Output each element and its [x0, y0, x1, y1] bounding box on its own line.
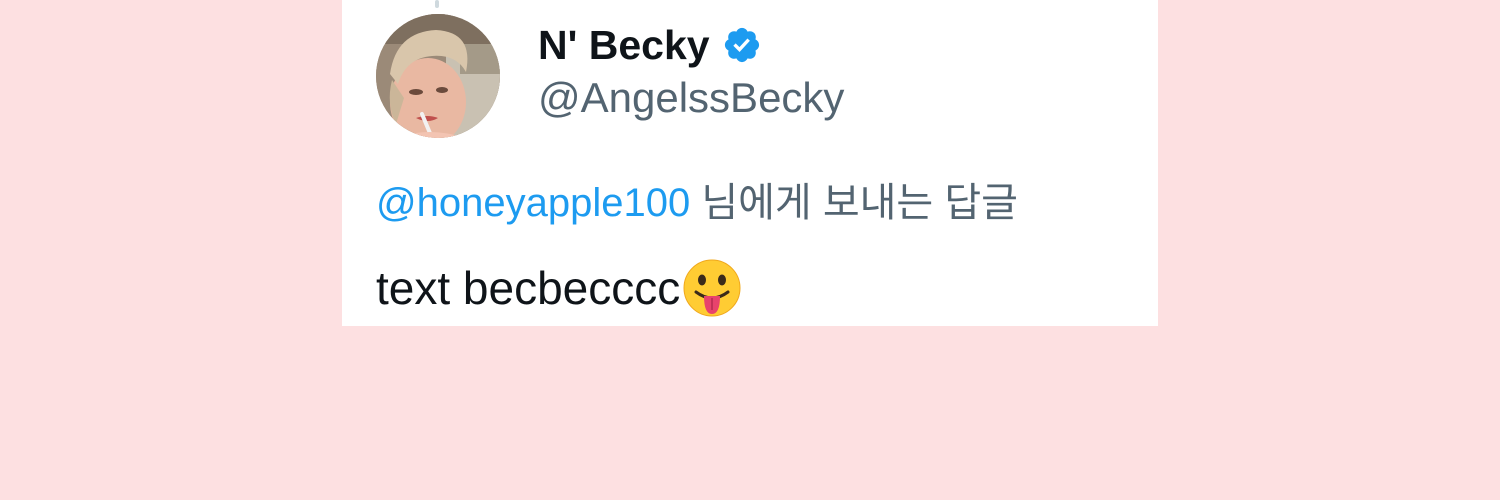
avatar-photo	[376, 14, 500, 138]
avatar[interactable]	[376, 14, 500, 138]
verified-badge-icon	[722, 25, 762, 65]
display-name[interactable]: N' Becky	[538, 22, 710, 69]
name-row: N' Becky	[538, 20, 762, 70]
face-with-tongue-icon	[682, 258, 742, 318]
tweet-body: text becbecccc	[376, 258, 742, 318]
reply-context: @honeyapple100 님에게 보내는 답글	[376, 170, 1018, 228]
reply-mention-link[interactable]: @honeyapple100	[376, 181, 690, 225]
thread-connector-line	[435, 0, 439, 8]
tweet-card: N' Becky @AngelssBecky @honeyapple100 님에…	[342, 0, 1158, 326]
tweet-text: text becbecccc	[376, 262, 681, 314]
user-handle[interactable]: @AngelssBecky	[538, 74, 844, 122]
reply-suffix-text: 님에게 보내는 답글	[690, 181, 1018, 225]
